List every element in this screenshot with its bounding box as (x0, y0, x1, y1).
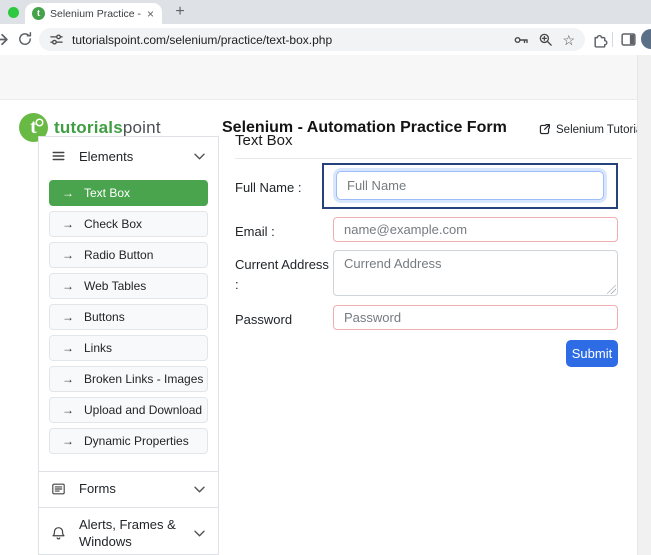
site-settings-icon[interactable] (49, 32, 64, 47)
current-address-row: Current Address : (235, 250, 632, 296)
page-scrollbar[interactable] (637, 55, 651, 555)
sidebar-item-text-box[interactable]: → Text Box (49, 180, 208, 206)
tab-close-icon[interactable]: × (146, 8, 155, 20)
sidebar-item-dynamic-properties[interactable]: → Dynamic Properties (49, 428, 208, 454)
browser-toolbar: tutorialspoint.com/selenium/practice/tex… (0, 24, 651, 55)
tab-title: Selenium Practice - Text Box (50, 8, 141, 20)
arrow-right-icon: → (62, 403, 74, 417)
new-tab-button[interactable]: + (171, 2, 189, 22)
browser-window: t Selenium Practice - Text Box × + tutor… (0, 0, 651, 555)
content-heading: Text Box (235, 124, 632, 149)
sidebar-item-links[interactable]: → Links (49, 335, 208, 361)
address-bar[interactable]: tutorialspoint.com/selenium/practice/tex… (39, 28, 585, 51)
current-address-textarea[interactable] (333, 250, 618, 296)
arrow-right-icon: → (62, 186, 74, 200)
arrow-right-icon: → (62, 310, 74, 324)
sidebar-section-elements[interactable]: Elements (39, 137, 218, 175)
browser-tab[interactable]: t Selenium Practice - Text Box × (25, 3, 162, 24)
password-input[interactable] (333, 305, 618, 330)
url-text[interactable]: tutorialspoint.com/selenium/practice/tex… (72, 33, 505, 47)
arrow-right-icon: → (62, 279, 74, 293)
sidebar-item-buttons[interactable]: → Buttons (49, 304, 208, 330)
sidebar-item-web-tables[interactable]: → Web Tables (49, 273, 208, 299)
sidebar-item-broken-links-images[interactable]: → Broken Links - Images (49, 366, 208, 392)
tab-strip: t Selenium Practice - Text Box × + (0, 0, 651, 24)
arrow-right-icon: → (62, 341, 74, 355)
sidebar-nav-list: → Text Box → Check Box → Radio Button → … (39, 175, 218, 471)
chevron-down-icon (193, 529, 206, 538)
side-panel-icon[interactable] (620, 31, 637, 48)
sidebar-item-check-box[interactable]: → Check Box (49, 211, 208, 237)
sidebar-section-alerts-frames-windows[interactable]: Alerts, Frames & Windows (39, 507, 218, 555)
email-row: Email : (235, 217, 632, 242)
password-row: Password (235, 305, 632, 330)
sidebar-section-label: Alerts, Frames & Windows (79, 517, 183, 551)
reload-icon[interactable] (17, 31, 33, 47)
chevron-down-icon (193, 485, 206, 494)
submit-button[interactable]: Submit (566, 340, 618, 367)
sidebar: Elements → Text Box → Check Box → Radio … (38, 136, 219, 555)
full-name-label: Full Name : (235, 163, 333, 209)
sidebar-item-radio-button[interactable]: → Radio Button (49, 242, 208, 268)
tutorialspoint-favicon-icon: t (32, 7, 45, 20)
sidebar-section-label: Forms (79, 481, 183, 498)
forward-icon[interactable] (0, 31, 9, 48)
email-label: Email : (235, 217, 333, 242)
sidebar-section-label: Elements (79, 149, 133, 164)
full-name-row: Full Name : (235, 163, 632, 209)
main-content: Text Box Full Name : Email : Current Add… (235, 124, 632, 367)
arrow-right-icon: → (62, 372, 74, 386)
logo-wordmark: tutorialspoint (54, 118, 161, 138)
site-header: t tutorialspoint Selenium - Automation P… (0, 55, 651, 100)
email-input[interactable] (333, 217, 618, 242)
full-name-input[interactable] (336, 171, 604, 200)
current-address-label: Current Address : (235, 250, 333, 296)
extensions-icon[interactable] (592, 31, 609, 48)
heading-divider (235, 158, 632, 159)
arrow-right-icon: → (62, 217, 74, 231)
sidebar-item-upload-and-download[interactable]: → Upload and Download (49, 397, 208, 423)
hamburger-icon (51, 149, 66, 163)
forms-icon (51, 482, 66, 496)
sidebar-section-forms[interactable]: Forms (39, 471, 218, 507)
bell-icon (51, 526, 66, 541)
toolbar-divider (612, 32, 613, 47)
submit-row: Submit (235, 340, 632, 367)
logo-dot (37, 120, 42, 125)
zoom-icon[interactable] (538, 32, 553, 47)
profile-avatar[interactable] (641, 29, 651, 49)
arrow-right-icon: → (62, 434, 74, 448)
password-key-icon[interactable] (513, 32, 529, 48)
bookmark-star-icon[interactable]: ☆ (562, 33, 575, 47)
element-highlight-box (322, 163, 618, 209)
arrow-right-icon: → (62, 248, 74, 262)
password-label: Password (235, 305, 333, 330)
chevron-down-icon (193, 152, 206, 161)
macos-green-traffic-light[interactable] (8, 7, 19, 18)
